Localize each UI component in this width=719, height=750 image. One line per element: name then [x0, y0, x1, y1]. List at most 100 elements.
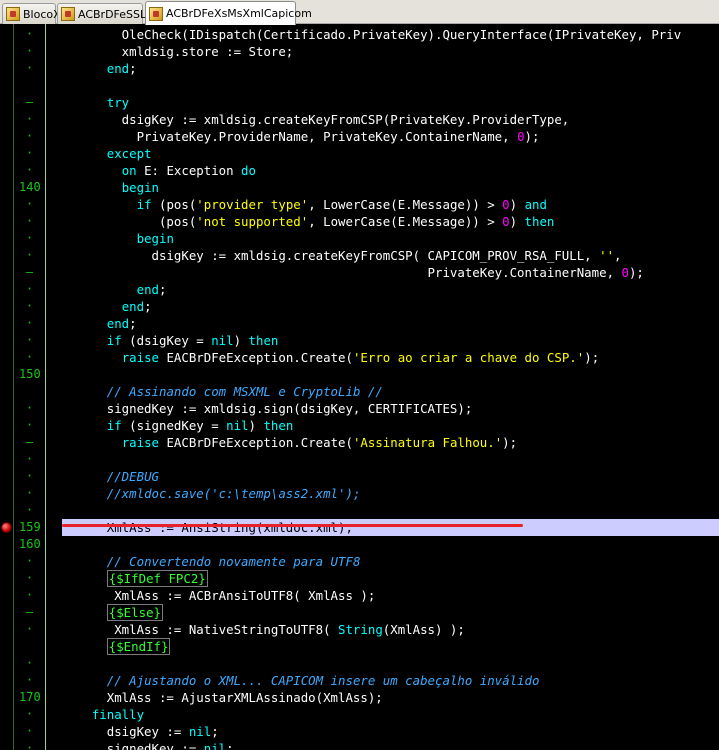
- code-token: (pos(: [62, 214, 197, 229]
- gutter-line-marker: ·: [14, 553, 45, 570]
- code-token: ;: [211, 724, 219, 739]
- gutter-line-marker: –: [14, 604, 45, 621]
- code-token: 'Assinatura Falhou.': [352, 435, 503, 450]
- gutter-line-marker: ·: [14, 281, 45, 298]
- pascal-unit-icon: [61, 7, 75, 21]
- code-token: if: [136, 197, 152, 212]
- code-line[interactable]: {$IfDef FPC2}: [62, 570, 208, 587]
- code-line[interactable]: xmldsig.store := Store;: [62, 43, 294, 60]
- tab-blocox[interactable]: BlocoX: [2, 3, 61, 24]
- breakpoint-icon[interactable]: [1, 522, 12, 533]
- code-editor[interactable]: · · · – · · · · 140 · · · · – · · · · · 150 · · – · · · · 159 160 · · ·…: [0, 24, 719, 750]
- code-token: begin: [136, 231, 174, 246]
- code-text-area[interactable]: OleCheck(IDispatch(Certificado.PrivateKe…: [46, 24, 719, 750]
- code-token: dsigKey :=: [62, 724, 189, 739]
- line-number: 140: [19, 180, 41, 194]
- code-line[interactable]: if (signedKey = nil) then: [62, 417, 294, 434]
- code-line[interactable]: end;: [62, 315, 137, 332]
- code-token: if: [106, 333, 122, 348]
- code-line[interactable]: PrivateKey.ContainerName, 0);: [62, 264, 644, 281]
- code-line[interactable]: {$Else}: [62, 604, 163, 621]
- tab-acbrdfexsmsxmlcapicom[interactable]: ACBrDFeXsMsXmlCapicom: [145, 1, 312, 25]
- code-line[interactable]: signedKey := xmldsig.sign(dsigKey, CERTI…: [62, 400, 473, 417]
- code-line[interactable]: XmlAss := ACBrAnsiToUTF8( XmlAss );: [62, 587, 375, 604]
- code-line[interactable]: dsigKey := xmldsig.createKeyFromCSP( CAP…: [62, 247, 622, 264]
- gutter-line-marker: ·: [14, 587, 45, 604]
- code-line[interactable]: //xmldoc.save('c:\temp\ass2.xml');: [62, 485, 361, 502]
- gutter-line-marker: ·: [14, 400, 45, 417]
- code-line[interactable]: try: [62, 94, 129, 111]
- code-line[interactable]: // Ajustando o XML... CAPICOM insere um …: [62, 672, 540, 689]
- gutter-line-marker: ·: [14, 502, 45, 519]
- code-line[interactable]: {$EndIf}: [62, 638, 171, 655]
- line-number-column: · · · – · · · · 140 · · · · – · · · · · 150 · · – · · · · 159 160 · · ·…: [14, 24, 45, 750]
- line-number: ·: [25, 316, 34, 330]
- code-token: ;: [144, 299, 152, 314]
- code-line[interactable]: except: [62, 145, 152, 162]
- code-line[interactable]: PrivateKey.ProviderName, PrivateKey.Cont…: [62, 128, 540, 145]
- code-line[interactable]: // Convertendo novamente para UTF8: [62, 553, 361, 570]
- code-token: (dsigKey =: [121, 333, 212, 348]
- code-token: 0: [621, 265, 629, 280]
- line-number: ·: [25, 469, 34, 483]
- code-line[interactable]: raise EACBrDFeException.Create('Erro ao …: [62, 349, 599, 366]
- line-number: ·: [25, 299, 34, 313]
- code-token: {$EndIf}: [106, 638, 171, 655]
- code-line[interactable]: if (dsigKey = nil) then: [62, 332, 279, 349]
- code-token: XmlAss := AjustarXMLAssinado(XmlAss);: [62, 690, 383, 705]
- gutter-line-marker: ·: [14, 162, 45, 179]
- code-line[interactable]: end;: [62, 281, 167, 298]
- code-token: (XmlAss) );: [382, 622, 465, 637]
- gutter-line-marker: ·: [14, 145, 45, 162]
- code-line[interactable]: XmlAss := NativeStringToUTF8( String(Xml…: [62, 621, 465, 638]
- code-line[interactable]: begin: [62, 179, 159, 196]
- code-line[interactable]: finally: [62, 706, 144, 723]
- tab-label: BlocoX: [23, 7, 61, 21]
- code-line[interactable]: signedKey := nil;: [62, 740, 234, 750]
- code-token: '': [599, 248, 615, 263]
- code-token: ;: [159, 282, 167, 297]
- code-line[interactable]: XmlAss := AjustarXMLAssinado(XmlAss);: [62, 689, 383, 706]
- tab-acbrdfessl[interactable]: ACBrDFeSSL: [57, 3, 146, 24]
- code-line[interactable]: dsigKey := nil;: [62, 723, 219, 740]
- code-token: (signedKey =: [121, 418, 227, 433]
- gutter-line-marker: [14, 77, 45, 94]
- line-number: ·: [25, 656, 34, 670]
- code-line[interactable]: end;: [62, 298, 152, 315]
- line-number: ·: [25, 333, 34, 347]
- code-token: end: [136, 282, 159, 297]
- code-token: and: [524, 197, 547, 212]
- code-line[interactable]: raise EACBrDFeException.Create('Assinatu…: [62, 434, 517, 451]
- code-line[interactable]: // Assinando com MSXML e CryptoLib //: [62, 383, 383, 400]
- code-line[interactable]: dsigKey := xmldsig.createKeyFromCSP(Priv…: [62, 111, 570, 128]
- gutter-line-marker: [14, 383, 45, 400]
- code-token: , LowerCase(E.Message)) >: [308, 214, 503, 229]
- code-token: );: [502, 435, 518, 450]
- code-line[interactable]: if (pos('provider type', LowerCase(E.Mes…: [62, 196, 547, 213]
- line-number: ·: [25, 673, 34, 687]
- gutter-line-marker: ·: [14, 655, 45, 672]
- code-line[interactable]: OleCheck(IDispatch(Certificado.PrivateKe…: [62, 26, 682, 43]
- code-line[interactable]: on E: Exception do: [62, 162, 256, 179]
- code-line[interactable]: begin: [62, 230, 174, 247]
- code-token: except: [106, 146, 152, 161]
- code-line[interactable]: end;: [62, 60, 137, 77]
- gutter-line-marker: –: [14, 434, 45, 451]
- line-number: ·: [25, 44, 34, 58]
- code-token: {$IfDef FPC2}: [106, 570, 208, 587]
- code-line[interactable]: (pos('not supported', LowerCase(E.Messag…: [62, 213, 554, 230]
- code-line[interactable]: XmlAss := AnsiString(xmldoc.xml);: [62, 519, 353, 536]
- gutter-line-marker: ·: [14, 26, 45, 43]
- code-token: signedKey := xmldsig.sign(dsigKey, CERTI…: [62, 401, 473, 416]
- code-token: 'not supported': [196, 214, 309, 229]
- code-token: if: [106, 418, 122, 433]
- code-line[interactable]: //DEBUG: [62, 468, 159, 485]
- gutter-line-marker: ·: [14, 230, 45, 247]
